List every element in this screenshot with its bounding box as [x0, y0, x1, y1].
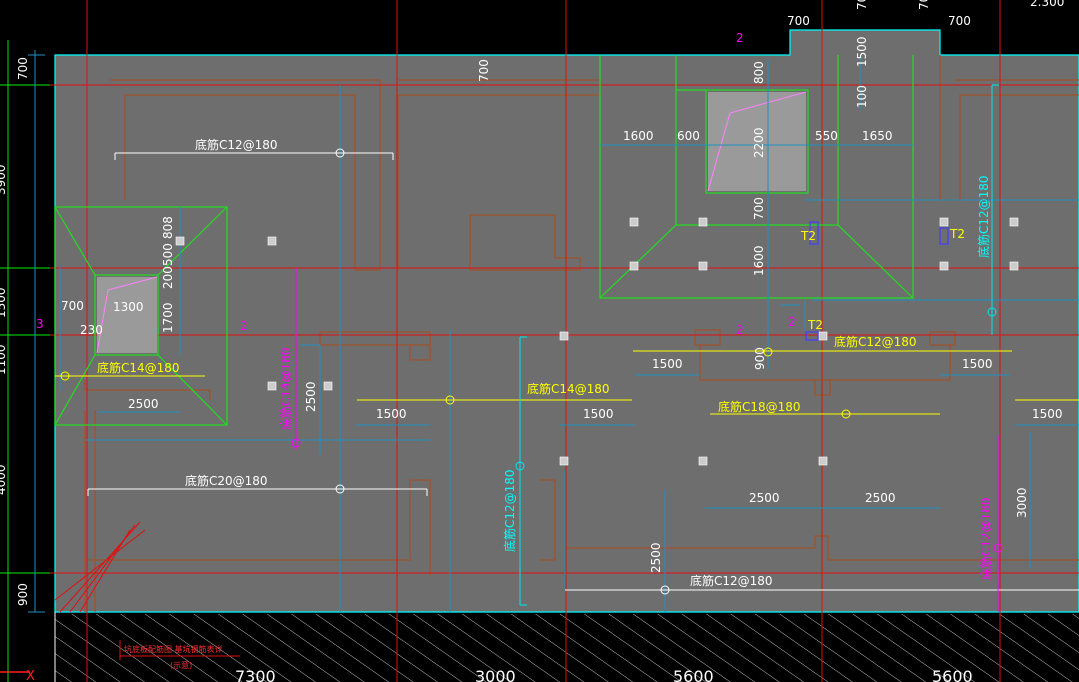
section-mark-3: 3	[36, 317, 44, 331]
dim-1500-e: 1500	[1032, 407, 1063, 421]
dim-2500-c: 2500	[649, 542, 663, 573]
dim-700-left: 700	[61, 299, 84, 313]
dim-1600: 1600	[623, 129, 654, 143]
left-dim-4: 1100	[0, 344, 8, 375]
section-mark-5: 2	[788, 315, 796, 329]
dim-2200: 2200	[752, 127, 766, 158]
dim-900: 900	[753, 347, 767, 370]
dim-1500-v: 1500	[855, 36, 869, 67]
dim-1650: 1650	[862, 129, 893, 143]
rebar-note-9: 底筋C12@180	[976, 175, 991, 258]
rebar-note-3: 底筋C20@180	[185, 473, 268, 488]
dim-2500-left: 2500	[128, 397, 159, 411]
dim-700-mid: 700	[752, 197, 766, 220]
rebar-note-5: 底筋C18@180	[718, 399, 801, 414]
rebar-note-8: 底筋C12@180	[502, 469, 517, 552]
axis-dim-3: 5600	[673, 667, 714, 682]
dim-3000: 3000	[1015, 487, 1029, 518]
top-dim-v1: 700	[855, 0, 869, 10]
tag-2: T2	[949, 227, 965, 241]
top-corner-text: 2.300	[1030, 0, 1064, 9]
left-dim-6: 900	[16, 583, 30, 606]
dim-550: 550	[815, 129, 838, 143]
section-mark-2: 2	[240, 319, 248, 333]
dim-808: 808	[161, 216, 175, 239]
dim-2500-v: 2500	[304, 381, 318, 412]
dim-2500-b: 2500	[865, 491, 896, 505]
rebar-note-10: 底筋C14@180	[278, 347, 293, 430]
axis-dim-2: 3000	[475, 667, 516, 682]
legend-line-2: (示意)	[170, 660, 192, 670]
dim-600: 600	[677, 129, 700, 143]
tag-3: T2	[807, 318, 823, 332]
dim-200: 200	[161, 266, 175, 289]
dim-500: 500	[161, 243, 175, 266]
top-dim-v2: 700	[917, 0, 931, 10]
left-dim-5: 4000	[0, 464, 8, 495]
cad-drawing-canvas[interactable]: 700 700 2.300 700 700 700 3900 1500 1100…	[0, 0, 1079, 682]
dim-700-top: 700	[477, 59, 491, 82]
left-dim-3: 1500	[0, 287, 8, 318]
tag-1: T2	[800, 229, 816, 243]
section-mark-4: 2	[736, 323, 744, 337]
dim-800: 800	[752, 61, 766, 84]
left-dim-1: 700	[16, 57, 30, 80]
rebar-note-6: 底筋C12@180	[834, 334, 917, 349]
rebar-note-4: 底筋C14@180	[527, 381, 610, 396]
left-dim-2: 3900	[0, 164, 8, 195]
dim-1300: 1300	[113, 300, 144, 314]
dim-100: 100	[855, 85, 869, 108]
dim-1500-c: 1500	[652, 357, 683, 371]
dim-1700: 1700	[161, 302, 175, 333]
legend-line-1: 坑底板配筋图 基坑钢筋表详	[124, 644, 223, 654]
dim-230: 230	[80, 323, 103, 337]
axis-dim-4: 5600	[932, 667, 973, 682]
dim-1500-d: 1500	[962, 357, 993, 371]
axis-marker-x: X	[26, 669, 35, 682]
rebar-note-2: 底筋C14@180	[97, 360, 180, 375]
dim-1500-b: 1500	[583, 407, 614, 421]
dim-1600-v: 1600	[752, 245, 766, 276]
rebar-note-7: 底筋C12@180	[690, 573, 773, 588]
rebar-note-11: 底筋C12@180	[978, 497, 993, 580]
slab-outline	[54, 29, 1079, 613]
top-dim-right: 700	[948, 14, 971, 28]
pit-bottom-left	[97, 277, 157, 353]
axis-dim-1: 7300	[235, 667, 276, 682]
section-mark-1: 2	[736, 31, 744, 45]
dim-1500-a: 1500	[376, 407, 407, 421]
top-dim-left: 700	[787, 14, 810, 28]
dim-2500-a: 2500	[749, 491, 780, 505]
rebar-note-1: 底筋C12@180	[195, 137, 278, 152]
